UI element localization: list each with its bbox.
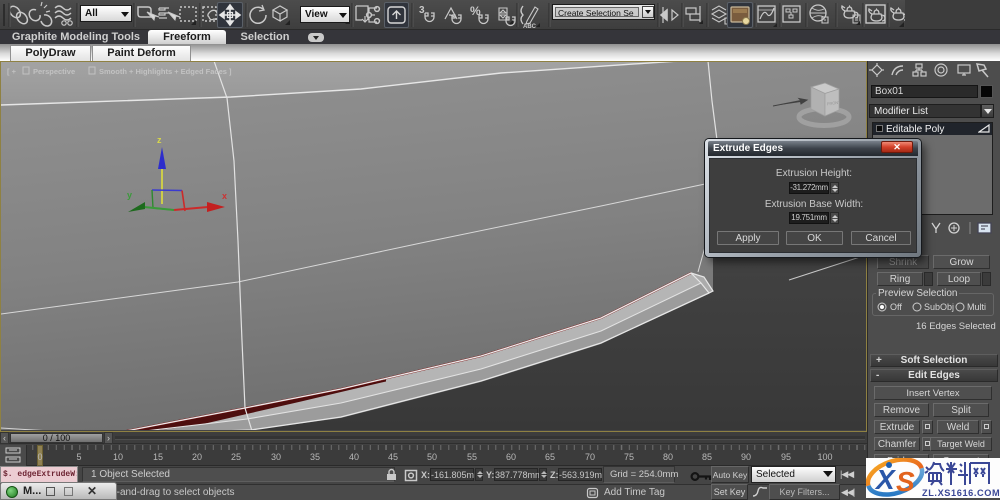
svg-text:X: X xyxy=(874,464,897,495)
svg-text:ZL.XS1616.COM: ZL.XS1616.COM xyxy=(922,488,1000,498)
svg-text:z: z xyxy=(157,135,162,145)
svg-text:S: S xyxy=(896,466,915,497)
svg-text:Perspective: Perspective xyxy=(33,67,75,76)
svg-text:x: x xyxy=(222,191,227,201)
svg-text:Smooth + Highlights + Edged Fa: Smooth + Highlights + Edged Faces ] xyxy=(99,67,232,76)
svg-text:[ +: [ + xyxy=(7,67,17,76)
svg-text:y: y xyxy=(127,190,132,200)
svg-text:3: 3 xyxy=(419,5,425,16)
